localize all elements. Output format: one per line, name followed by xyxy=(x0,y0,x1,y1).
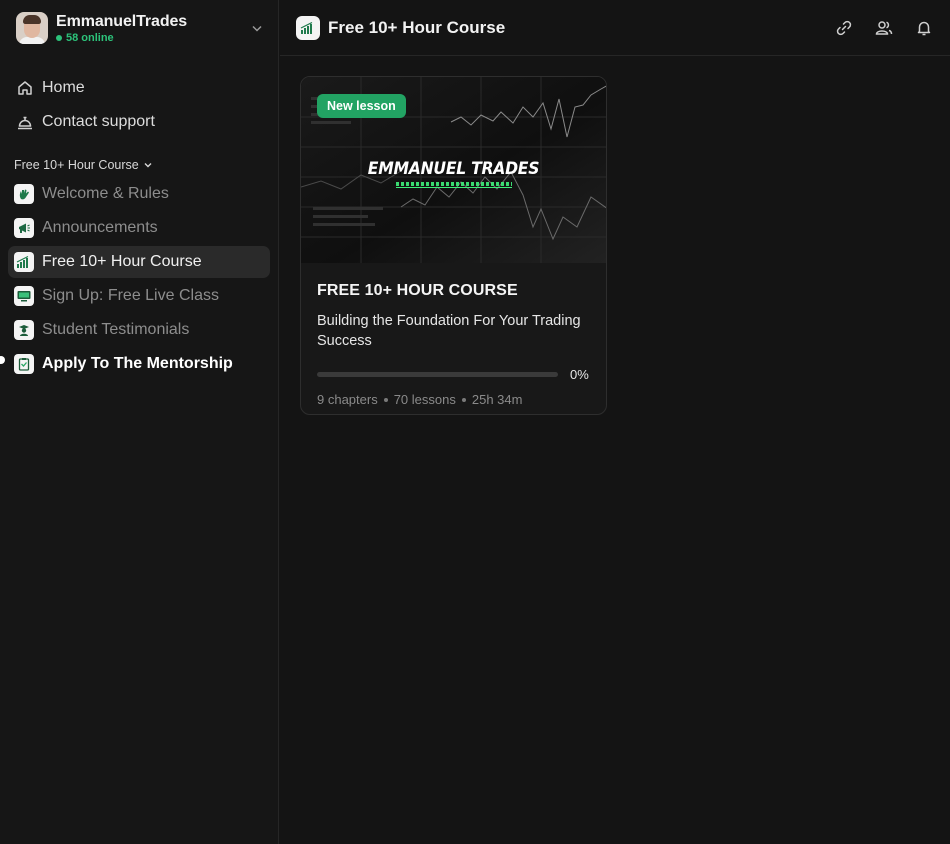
section-header[interactable]: Free 10+ Hour Course xyxy=(14,158,278,172)
workspace-name: EmmanuelTrades xyxy=(56,13,188,30)
progress-percent: 0% xyxy=(570,367,589,382)
nav-home-label: Home xyxy=(42,79,85,96)
chart-bars-icon xyxy=(296,15,320,40)
service-bell-icon xyxy=(16,113,34,131)
course-thumbnail: EMMANUEL TRADES New lesson xyxy=(301,77,606,263)
chevron-down-icon[interactable] xyxy=(250,21,264,35)
nav-contact-support[interactable]: Contact support xyxy=(8,105,270,139)
members-icon[interactable] xyxy=(872,16,896,40)
channel-welcome-rules[interactable]: Welcome & Rules xyxy=(8,178,270,210)
nav-contact-support-label: Contact support xyxy=(42,113,155,130)
course-meta: 9 chapters 70 lessons 25h 34m xyxy=(317,392,590,407)
channel-apply-mentorship[interactable]: Apply To The Mentorship xyxy=(8,348,270,380)
separator-dot xyxy=(461,397,466,402)
section-label: Free 10+ Hour Course xyxy=(14,158,139,172)
course-duration: 25h 34m xyxy=(471,392,523,407)
new-lesson-badge: New lesson xyxy=(317,94,406,118)
course-description: Building the Foundation For Your Trading… xyxy=(317,313,581,349)
workspace-header[interactable]: EmmanuelTrades 58 online xyxy=(0,0,278,56)
channel-announcements[interactable]: Announcements xyxy=(8,212,270,244)
megaphone-icon xyxy=(14,218,34,238)
wave-hand-icon xyxy=(14,184,34,204)
sidebar: EmmanuelTrades 58 online Home Contact su… xyxy=(0,0,279,844)
online-dot-icon xyxy=(56,35,62,41)
thumbnail-brand-text: EMMANUEL TRADES xyxy=(367,159,540,179)
monitor-icon xyxy=(14,286,34,306)
lessons-count: 70 lessons xyxy=(393,392,456,407)
home-icon xyxy=(16,79,34,97)
graduate-icon xyxy=(14,320,34,340)
chart-bars-icon xyxy=(14,252,34,272)
clipboard-icon xyxy=(14,354,34,374)
channel-sign-up-live-class[interactable]: Sign Up: Free Live Class xyxy=(8,280,270,312)
channel-student-testimonials[interactable]: Student Testimonials xyxy=(8,314,270,346)
separator-dot xyxy=(383,397,388,402)
bell-icon[interactable] xyxy=(912,16,936,40)
thumbnail-underline xyxy=(396,180,512,188)
chapters-count: 9 chapters xyxy=(317,392,378,407)
workspace-avatar xyxy=(16,12,48,44)
course-progress: 0% xyxy=(317,367,590,382)
online-count: 58 online xyxy=(56,32,250,44)
page-title: Free 10+ Hour Course xyxy=(328,17,506,37)
channel-header: Free 10+ Hour Course xyxy=(280,0,950,56)
course-title: FREE 10+ HOUR COURSE xyxy=(317,282,518,299)
channel-free-course[interactable]: Free 10+ Hour Course xyxy=(8,246,270,278)
course-card[interactable]: EMMANUEL TRADES New lesson FREE 10+ HOUR… xyxy=(300,76,607,415)
nav-home[interactable]: Home xyxy=(8,71,270,105)
progress-bar xyxy=(317,372,558,377)
chevron-down-icon xyxy=(144,163,152,168)
link-icon[interactable] xyxy=(832,16,856,40)
